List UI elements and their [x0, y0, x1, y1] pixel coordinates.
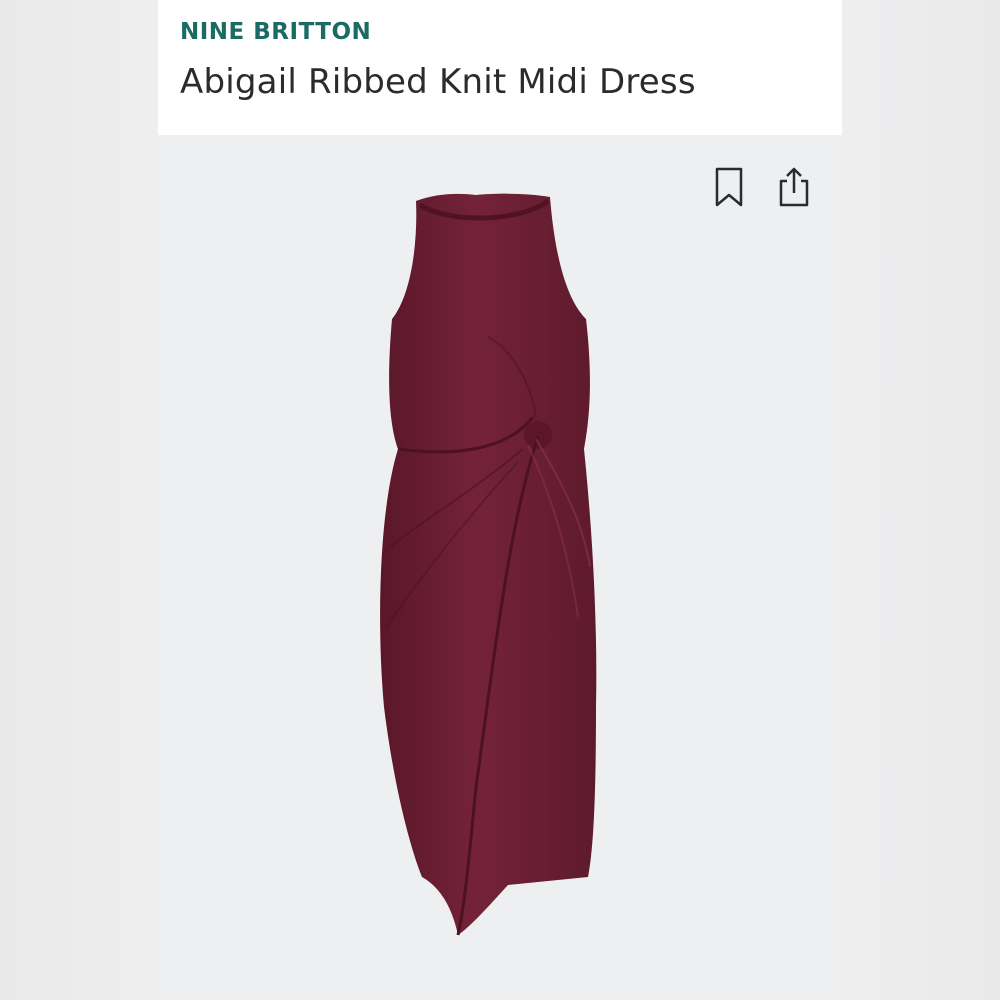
product-card: NINE BRITTON Abigail Ribbed Knit Midi Dr…	[158, 0, 842, 1000]
product-image-area	[158, 135, 842, 1000]
product-dress-image	[380, 193, 597, 936]
share-icon[interactable]	[774, 163, 814, 211]
bookmark-icon[interactable]	[710, 163, 750, 211]
product-title: Abigail Ribbed Knit Midi Dress	[180, 62, 696, 102]
product-header: NINE BRITTON Abigail Ribbed Knit Midi Dr…	[158, 0, 842, 135]
brand-name[interactable]: NINE BRITTON	[180, 19, 371, 45]
